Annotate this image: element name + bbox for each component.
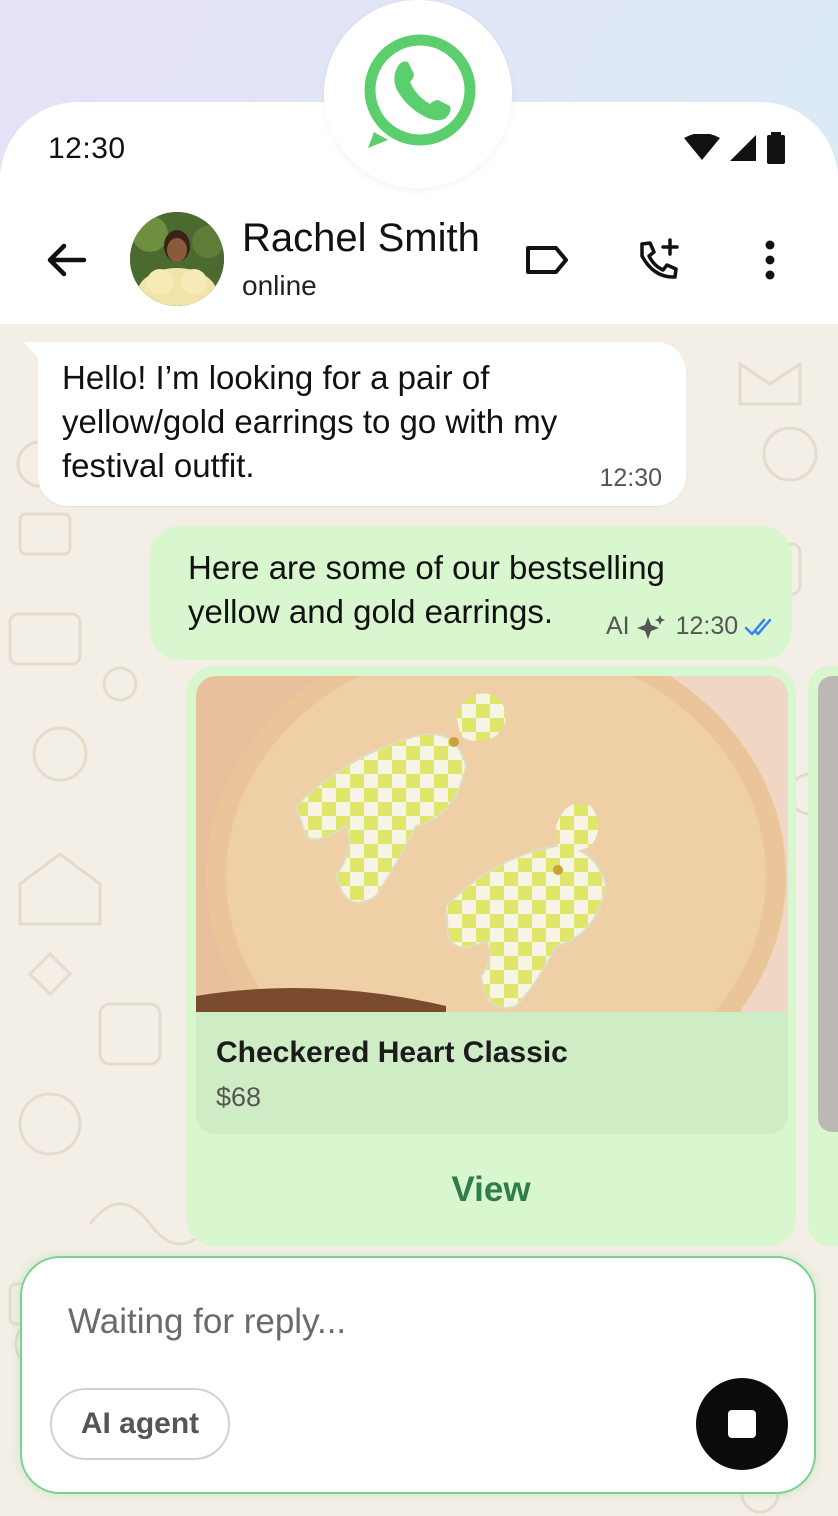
wifi-icon: [684, 134, 720, 160]
message-line: yellow/gold earrings to go with my: [62, 403, 558, 440]
composer: Waiting for reply... AI agent: [20, 1256, 816, 1494]
incoming-message[interactable]: Hello! I’m looking for a pair of yellow/…: [24, 342, 686, 506]
product-details: Checkered Heart Classic $68: [196, 676, 788, 1134]
message-meta: AI 12:30: [606, 612, 778, 641]
add-call-icon[interactable]: [634, 236, 682, 284]
stop-button[interactable]: [696, 1378, 788, 1470]
read-receipt-icon: [744, 618, 772, 635]
more-options-icon[interactable]: [746, 236, 794, 284]
next-product-image: [818, 676, 838, 1132]
message-line: yellow and gold earrings.: [188, 593, 554, 630]
incoming-message-text: Hello! I’m looking for a pair of yellow/…: [62, 356, 557, 488]
label-tag-icon[interactable]: [522, 236, 570, 284]
message-line: Here are some of our bestselling: [188, 549, 665, 586]
sparkle-icon: [636, 614, 665, 639]
view-product-button[interactable]: View: [186, 1154, 796, 1226]
incoming-message-time: 12:30: [599, 464, 662, 492]
ai-label: AI: [606, 612, 630, 640]
contact-name[interactable]: Rachel Smith: [242, 216, 480, 261]
product-image[interactable]: [196, 676, 788, 1012]
chat-header: Rachel Smith online: [0, 210, 838, 310]
message-line: Hello! I’m looking for a pair of: [62, 359, 490, 396]
outgoing-message-text: Here are some of our bestselling yellow …: [188, 546, 665, 634]
contact-status: online: [242, 270, 317, 301]
avatar-image: [130, 212, 224, 306]
product-price: $68: [216, 1082, 262, 1112]
bubble-tail: [24, 342, 40, 360]
avatar[interactable]: [130, 212, 224, 306]
whatsapp-logo-icon: [364, 34, 476, 148]
next-product-card-peek[interactable]: [808, 666, 838, 1246]
stop-icon: [728, 1410, 756, 1438]
whatsapp-logo-badge: [324, 0, 512, 188]
message-line: festival outfit.: [62, 447, 255, 484]
battery-icon: [767, 132, 785, 164]
outgoing-message-time: 12:30: [675, 612, 739, 640]
reply-input[interactable]: Waiting for reply...: [68, 1302, 346, 1342]
status-time: 12:30: [48, 132, 126, 165]
back-arrow-icon[interactable]: [44, 238, 88, 282]
product-name: Checkered Heart Classic: [216, 1036, 568, 1069]
outgoing-message[interactable]: Here are some of our bestselling yellow …: [150, 526, 792, 660]
product-card[interactable]: Checkered Heart Classic $68 View: [186, 666, 796, 1246]
phone-frame: 12:30 Rachel Smith online Hello! I’m loo…: [0, 102, 838, 1516]
status-icons: [684, 132, 786, 164]
signal-icon: [730, 135, 756, 161]
ai-agent-chip[interactable]: AI agent: [50, 1388, 230, 1460]
